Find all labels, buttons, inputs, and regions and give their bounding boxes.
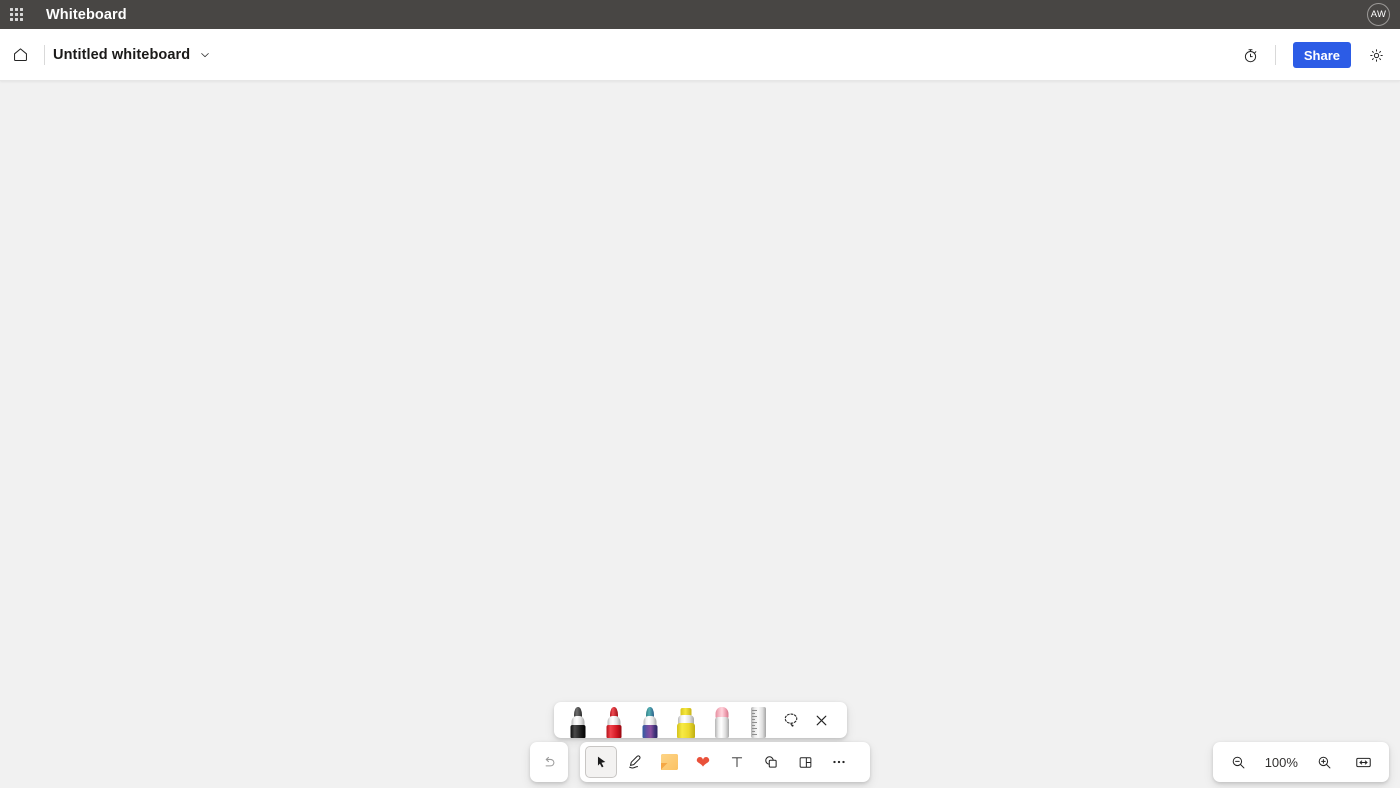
whiteboard-canvas[interactable] [0, 81, 1400, 788]
zoom-out-button[interactable] [1222, 746, 1254, 778]
shapes-tool[interactable] [755, 746, 787, 778]
text-tool[interactable] [721, 746, 753, 778]
document-title[interactable]: Untitled whiteboard [53, 47, 190, 63]
fit-to-screen-button[interactable] [1348, 746, 1380, 778]
zoom-controls: 100% [1213, 742, 1389, 782]
stopwatch-icon[interactable] [1235, 39, 1267, 71]
pen-palette [554, 702, 847, 738]
zoom-out-icon [1230, 754, 1247, 771]
share-button[interactable]: Share [1292, 42, 1351, 68]
template-grid-icon [797, 754, 814, 771]
select-tool[interactable] [585, 746, 617, 778]
pen-black[interactable] [560, 702, 596, 738]
sticker-tool[interactable]: ❤ [687, 746, 719, 778]
divider [44, 44, 45, 65]
pen-icon [626, 753, 644, 771]
zoom-in-icon [1316, 754, 1333, 771]
text-t-icon [729, 754, 745, 770]
lasso-select-icon[interactable] [776, 702, 806, 738]
ellipsis-icon [830, 753, 848, 771]
close-icon[interactable] [806, 702, 836, 738]
avatar[interactable]: AW [1367, 3, 1390, 26]
zoom-level[interactable]: 100% [1260, 755, 1302, 770]
template-tool[interactable] [789, 746, 821, 778]
pen-tool[interactable] [619, 746, 651, 778]
chevron-down-icon[interactable] [199, 49, 211, 61]
sticky-note-icon [660, 754, 678, 770]
cursor-arrow-icon [593, 754, 609, 770]
zoom-in-button[interactable] [1309, 746, 1341, 778]
undo-button[interactable] [530, 742, 568, 782]
eraser[interactable] [704, 702, 740, 738]
divider [1274, 45, 1276, 65]
document-bar: Untitled whiteboard Share [0, 29, 1400, 81]
app-title: Whiteboard [46, 6, 127, 23]
undo-icon [541, 754, 558, 771]
shapes-icon [762, 753, 780, 771]
document-bar-actions: Share [1235, 29, 1392, 81]
heart-icon: ❤ [695, 752, 711, 772]
pen-red[interactable] [596, 702, 632, 738]
note-tool[interactable] [653, 746, 685, 778]
more-tool[interactable] [823, 746, 855, 778]
ruler[interactable] [740, 702, 776, 738]
gear-icon[interactable] [1360, 39, 1392, 71]
pen-rainbow[interactable] [632, 702, 668, 738]
top-app-bar: Whiteboard AW [0, 0, 1400, 29]
fit-to-screen-icon [1354, 753, 1373, 772]
home-icon[interactable] [4, 39, 36, 71]
main-toolbar: ❤ [580, 742, 870, 782]
highlighter-yellow[interactable] [668, 702, 704, 738]
app-launcher-grid-icon[interactable] [2, 0, 30, 29]
